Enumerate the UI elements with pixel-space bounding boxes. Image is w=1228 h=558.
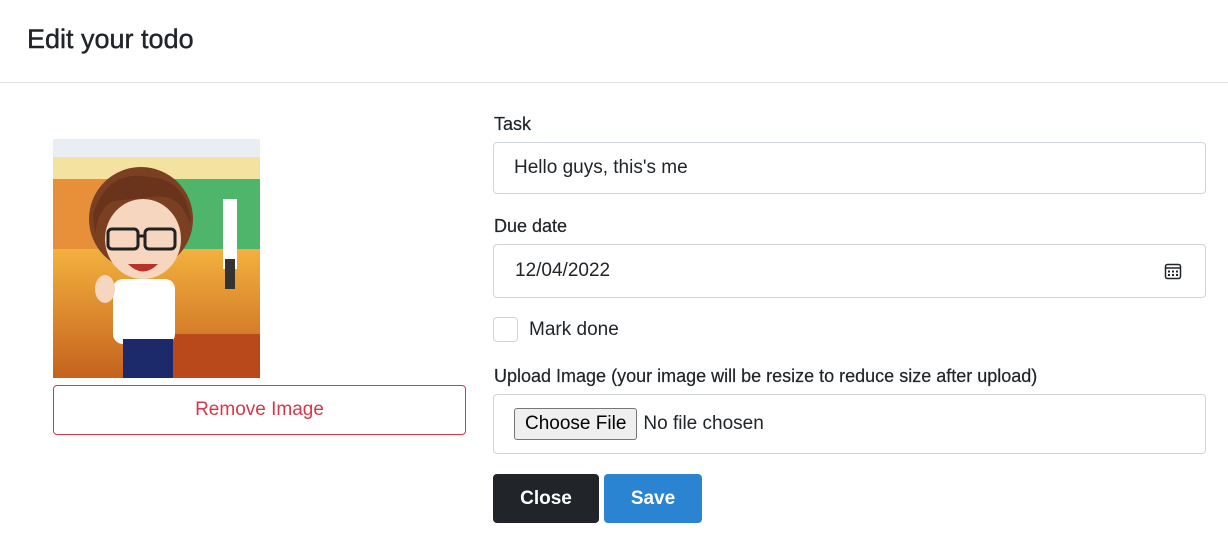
due-date-value: 12/04/2022 [515, 260, 611, 281]
mark-done-row: Mark done [493, 317, 619, 342]
modal-header: Edit your todo [0, 0, 1228, 83]
remove-image-button[interactable]: Remove Image [53, 385, 466, 435]
task-input[interactable]: Hello guys, this's me [493, 142, 1206, 194]
task-input-value: Hello guys, this's me [514, 157, 688, 178]
upload-label: Upload Image (your image will be resize … [494, 366, 1038, 386]
close-button[interactable]: Close [493, 474, 599, 523]
save-button[interactable]: Save [604, 474, 702, 523]
due-date-label: Due date [494, 216, 568, 236]
choose-file-button[interactable]: Choose File [514, 408, 638, 440]
modal-title: Edit your todo [27, 24, 194, 54]
file-input[interactable]: Choose File No file chosen [493, 394, 1206, 454]
image-preview [53, 139, 260, 378]
file-status: No file chosen [643, 413, 764, 434]
calendar-icon[interactable] [1164, 262, 1182, 280]
task-label: Task [494, 114, 532, 134]
mark-done-checkbox[interactable] [493, 317, 518, 342]
mark-done-label[interactable]: Mark done [529, 319, 619, 341]
due-date-input[interactable]: 12/04/2022 [493, 244, 1206, 298]
